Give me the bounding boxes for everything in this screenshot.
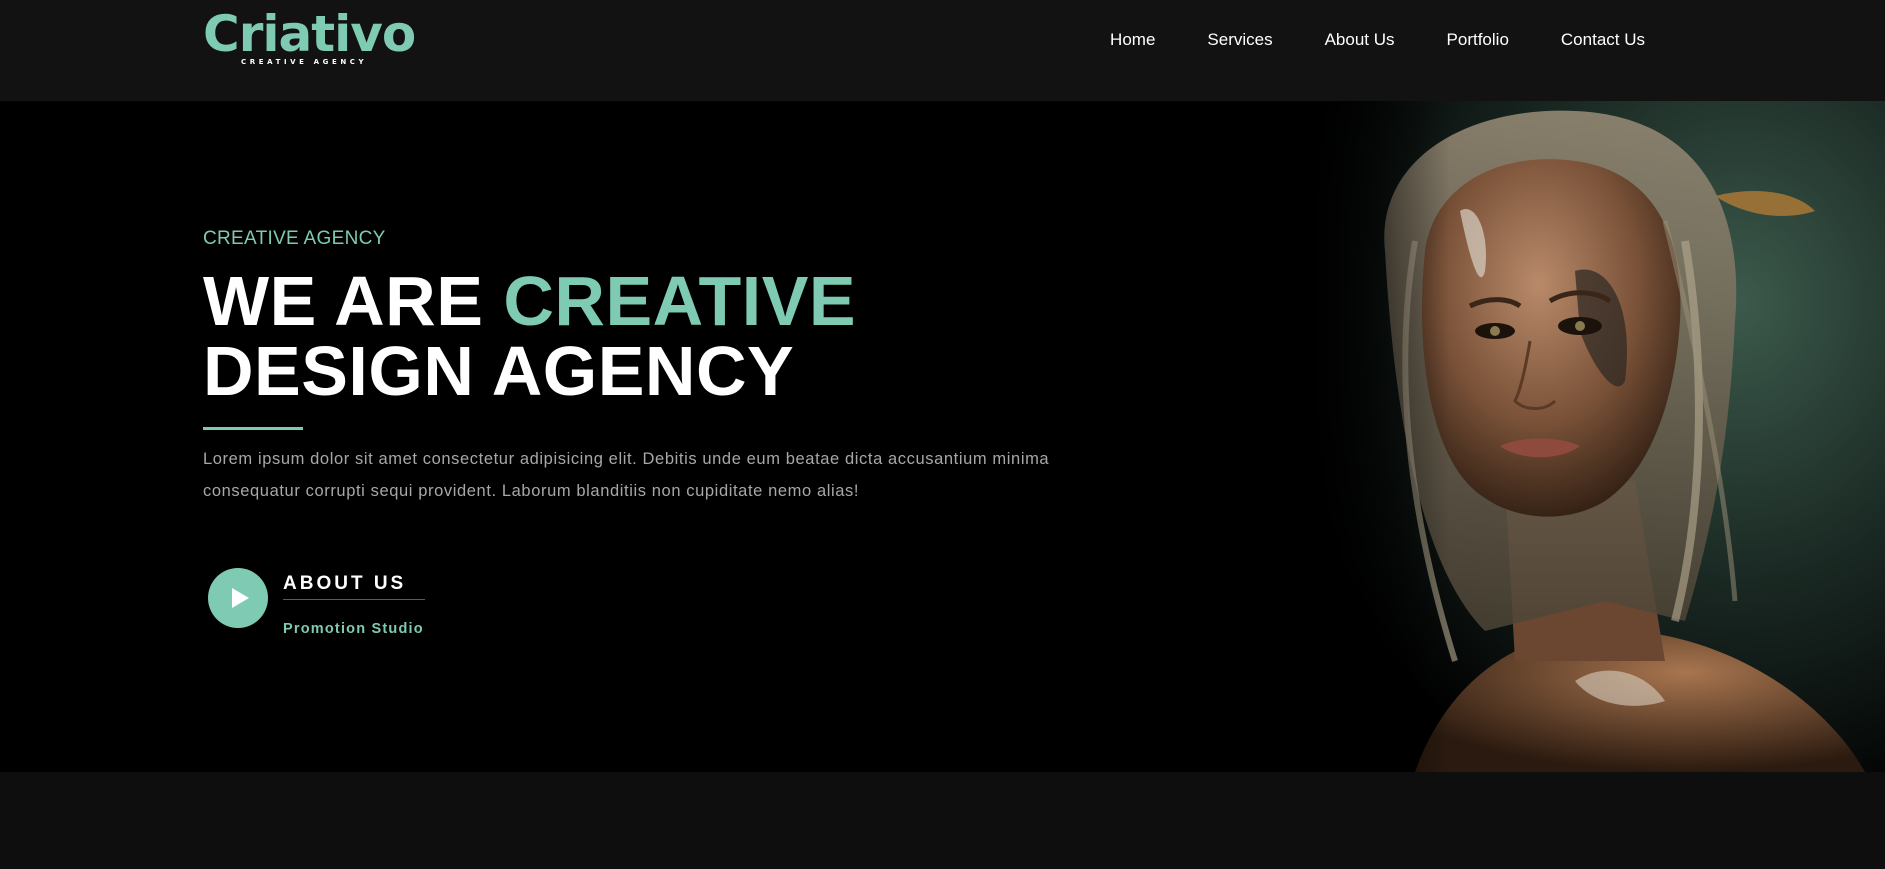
cta-subtitle: Promotion Studio xyxy=(283,621,424,637)
portrait-illustration xyxy=(1305,101,1885,772)
nav-about-us[interactable]: About Us xyxy=(1325,30,1395,50)
cta-divider xyxy=(283,599,425,600)
logo-tagline: CREATIVE AGENCY xyxy=(241,58,368,66)
nav-portfolio[interactable]: Portfolio xyxy=(1447,30,1509,50)
main-nav: Home Services About Us Portfolio Contact… xyxy=(1058,30,1645,50)
headline-divider xyxy=(203,427,303,430)
logo[interactable]: Criativo CREATIVE AGENCY xyxy=(203,5,416,66)
hero-headline: WE ARE CREATIVE DESIGN AGENCY xyxy=(203,266,1103,406)
headline-part2: DESIGN AGENCY xyxy=(203,332,795,410)
logo-wordmark: Criativo xyxy=(203,5,416,63)
nav-services[interactable]: Services xyxy=(1207,30,1272,50)
hero-description: Lorem ipsum dolor sit amet consectetur a… xyxy=(203,450,1050,500)
nav-contact-us[interactable]: Contact Us xyxy=(1561,30,1645,50)
headline-part1: WE ARE xyxy=(203,262,504,340)
play-icon xyxy=(232,588,249,608)
play-button[interactable] xyxy=(208,568,268,628)
about-us-link[interactable]: ABOUT US xyxy=(283,573,406,595)
hero-section: CREATIVE AGENCY WE ARE CREATIVE DESIGN A… xyxy=(0,101,1885,772)
headline-accent: CREATIVE xyxy=(503,262,857,340)
hero-eyebrow: CREATIVE AGENCY xyxy=(203,228,386,249)
site-header: Criativo CREATIVE AGENCY Home Services A… xyxy=(0,0,1885,101)
nav-home[interactable]: Home xyxy=(1110,30,1155,50)
